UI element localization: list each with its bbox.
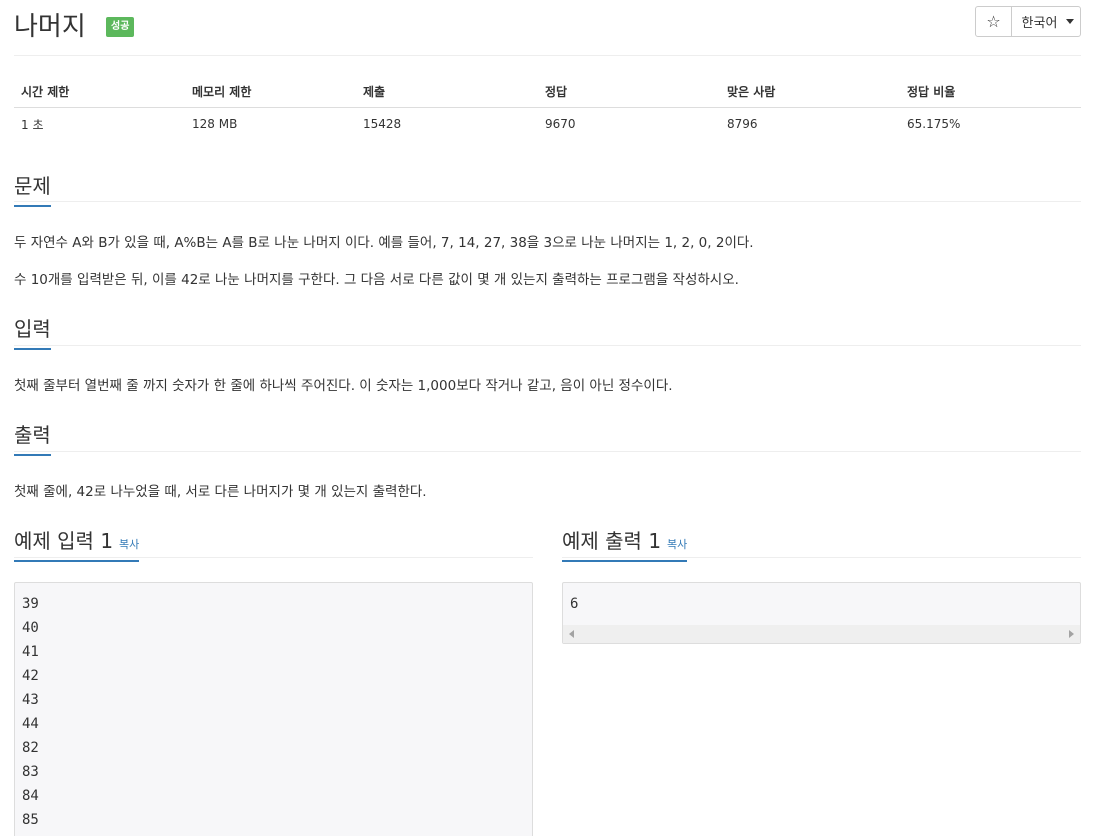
scroll-right-arrow-icon[interactable] — [1069, 630, 1074, 638]
column-header: 정답 비율 — [900, 76, 1081, 108]
problem-description-line: 두 자연수 A와 B가 있을 때, A%B는 A를 B로 나눈 나머지 이다. … — [14, 235, 754, 251]
sample-input-line: 41 — [22, 644, 39, 660]
sample-input-line: 42 — [22, 668, 39, 684]
output-description: 첫째 줄에, 42로 나누었을 때, 서로 다른 나머지가 몇 개 있는지 출력… — [14, 484, 427, 500]
star-icon: ☆ — [986, 12, 1001, 31]
language-label: 한국어 — [1021, 16, 1058, 31]
section-divider — [14, 451, 1081, 452]
language-dropdown[interactable]: 한국어 — [1011, 6, 1081, 37]
sample-input-line: 83 — [22, 764, 39, 780]
table-cell: 128 MB — [192, 117, 238, 132]
section-divider — [14, 201, 1081, 202]
sample-input-line: 85 — [22, 812, 39, 828]
table-cell: 9670 — [545, 117, 576, 132]
column-header: 정답 — [538, 76, 720, 108]
table-cell: 65.175% — [907, 117, 961, 132]
page-title: 나머지 — [14, 12, 86, 42]
status-badge: 성공 — [106, 17, 135, 37]
problem-header: 나머지 성공 ☆ 한국어 — [14, 0, 1081, 56]
section-divider — [562, 557, 1081, 558]
caret-down-icon — [1066, 19, 1075, 24]
sample-input-heading: 예제 입력 1 — [14, 529, 114, 553]
copy-sample-input-link[interactable]: 복사 — [119, 538, 139, 551]
sample-output-line: 6 — [570, 596, 579, 612]
sample-input-box: 39 40 41 42 43 44 82 83 84 85 — [14, 582, 533, 836]
problem-description-line: 수 10개를 입력받은 뒤, 이를 42로 나눈 나머지를 구한다. 그 다음 … — [14, 272, 739, 288]
section-divider — [14, 345, 1081, 346]
column-header: 시간 제한 — [14, 76, 185, 108]
sample-input-line: 40 — [22, 620, 39, 636]
column-header: 메모리 제한 — [185, 76, 356, 108]
section-divider — [14, 557, 533, 558]
sample-input-line: 82 — [22, 740, 39, 756]
sample-input-line: 44 — [22, 716, 39, 732]
star-button[interactable]: ☆ — [975, 6, 1012, 37]
table-header-row: 시간 제한 메모리 제한 제출 정답 맞은 사람 정답 비율 — [14, 76, 1081, 108]
table-row: 1 초 128 MB 15428 9670 8796 65.175% — [14, 107, 1081, 141]
copy-sample-output-link[interactable]: 복사 — [667, 538, 687, 551]
table-cell: 15428 — [363, 117, 402, 132]
header-button-group: ☆ 한국어 — [975, 6, 1081, 37]
table-cell: 8796 — [727, 117, 758, 132]
sample-input-line: 39 — [22, 596, 39, 612]
sample-output-heading: 예제 출력 1 — [562, 529, 662, 553]
problem-info-table: 시간 제한 메모리 제한 제출 정답 맞은 사람 정답 비율 1 초 128 M… — [14, 76, 1081, 141]
column-header: 제출 — [356, 76, 538, 108]
sample-input-line: 84 — [22, 788, 39, 804]
sample-input-line: 43 — [22, 692, 39, 708]
input-description: 첫째 줄부터 열번째 줄 까지 숫자가 한 줄에 하나씩 주어진다. 이 숫자는… — [14, 378, 673, 394]
sample-output-box: 6 — [562, 582, 1081, 644]
horizontal-scrollbar[interactable] — [563, 625, 1080, 643]
scroll-left-arrow-icon[interactable] — [569, 630, 574, 638]
problem-page: 나머지 성공 ☆ 한국어 시간 제한 메모리 제한 제출 정답 맞은 사람 정답… — [0, 0, 1109, 836]
table-cell: 1 초 — [21, 117, 44, 132]
column-header: 맞은 사람 — [720, 76, 900, 108]
